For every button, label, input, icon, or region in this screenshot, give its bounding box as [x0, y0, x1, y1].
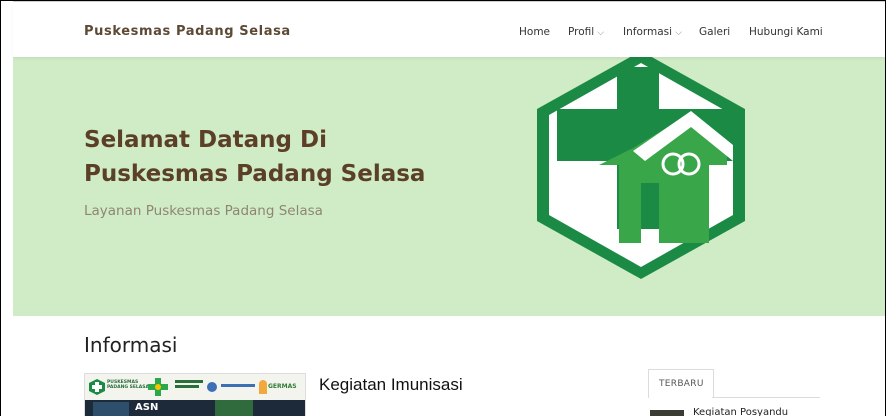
hero-subtitle: Layanan Puskesmas Padang Selasa [84, 203, 323, 219]
thumbnail-photo-block [215, 400, 253, 416]
nav-galeri-label: Galeri [699, 26, 731, 38]
latest-item-title[interactable]: Kegiatan Posyandu [693, 407, 788, 416]
chevron-down-icon: ⌵ [675, 28, 682, 38]
nav-galeri[interactable]: Galeri [699, 26, 730, 38]
navbar: Puskesmas Padang Selasa Home Profil ⌵ Inf… [13, 1, 885, 57]
regency-emblem-icon [207, 382, 217, 392]
nav-home[interactable]: Home [519, 26, 550, 38]
article-thumbnail[interactable]: PUSKESMAS PADANG SELASA GERMAS ASN [84, 373, 306, 416]
germas-figure-icon [259, 380, 267, 394]
nav-home-label: Home [519, 26, 551, 38]
thumbnail-logo-line2: PADANG SELASA [107, 385, 150, 390]
agency-text-bar [221, 384, 255, 387]
tab-terbaru[interactable]: TERBARU [648, 369, 714, 398]
tab-terbaru-label: TERBARU [659, 379, 704, 389]
thumbnail-photo-block [93, 402, 129, 416]
asn-text: ASN [135, 402, 159, 413]
puskesmas-logo-icon [537, 57, 745, 279]
nav-profil-label: Profil [568, 26, 595, 38]
puskesmas-mini-logo-icon [89, 379, 105, 395]
site-brand[interactable]: Puskesmas Padang Selasa [84, 24, 291, 39]
hero-title-line1: Selamat Datang Di [84, 127, 328, 153]
hero-banner: Selamat Datang Di Puskesmas Padang Selas… [13, 57, 885, 316]
nav-profil[interactable]: Profil ⌵ [568, 26, 604, 38]
hero-title: Selamat Datang Di Puskesmas Padang Selas… [84, 123, 504, 191]
ministry-text-bar [175, 380, 203, 383]
germas-text: GERMAS [268, 383, 297, 390]
nav-hubungi-kami-label: Hubungi Kami [749, 26, 823, 38]
nav-hubungi-kami[interactable]: Hubungi Kami [749, 26, 823, 38]
chevron-down-icon: ⌵ [597, 28, 605, 38]
tab-divider [712, 397, 820, 398]
article-title[interactable]: Kegiatan Imunisasi [319, 375, 463, 395]
ministry-text-bar [175, 385, 199, 388]
latest-item-thumbnail[interactable] [650, 410, 684, 416]
thumbnail-logo-text: PUSKESMAS PADANG SELASA [107, 380, 149, 390]
nav-informasi-label: Informasi [623, 26, 673, 38]
ministry-logo-icon [148, 378, 168, 396]
browser-viewport: Puskesmas Padang Selasa Home Profil ⌵ Inf… [0, 0, 886, 416]
section-title-informasi: Informasi [84, 333, 178, 357]
hero-title-line2: Puskesmas Padang Selasa [84, 161, 426, 187]
nav-informasi[interactable]: Informasi ⌵ [623, 26, 682, 38]
